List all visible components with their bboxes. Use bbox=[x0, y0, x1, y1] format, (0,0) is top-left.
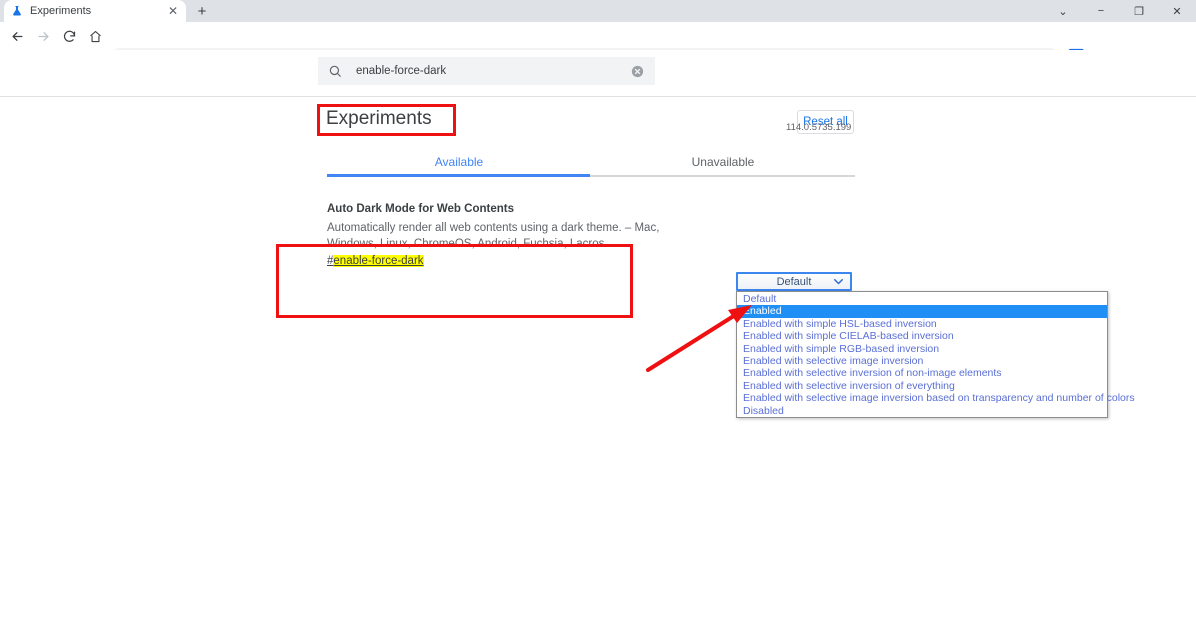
flag-description: Automatically render all web contents us… bbox=[327, 222, 660, 250]
tab-title: Experiments bbox=[30, 5, 92, 17]
reload-icon[interactable] bbox=[56, 23, 82, 49]
flag-title: Auto Dark Mode for Web Contents bbox=[327, 203, 514, 215]
tab-unavailable[interactable]: Unavailable bbox=[591, 148, 855, 175]
window-controls: ⌄ − ❐ ✕ bbox=[1044, 0, 1196, 22]
page-title: Experiments bbox=[326, 108, 432, 129]
flag-value-selected: Default bbox=[776, 275, 812, 288]
clear-search-icon[interactable] bbox=[630, 64, 645, 79]
home-icon[interactable] bbox=[82, 23, 108, 49]
dropdown-option[interactable]: Enabled with selective inversion of ever… bbox=[737, 380, 1107, 392]
dropdown-option[interactable]: Enabled bbox=[737, 305, 1107, 318]
dropdown-option[interactable]: Enabled with simple CIELAB-based inversi… bbox=[737, 330, 1107, 342]
forward-icon bbox=[30, 23, 56, 49]
browser-tab-experiments[interactable]: Experiments ✕ bbox=[4, 0, 186, 22]
chevron-down-icon bbox=[834, 277, 843, 287]
search-row: enable-force-dark Reset all bbox=[0, 50, 1196, 134]
flag-id: #enable-force-dark bbox=[327, 255, 687, 267]
dropdown-option[interactable]: Disabled bbox=[737, 405, 1107, 417]
active-tab-indicator bbox=[327, 174, 590, 177]
dropdown-option[interactable]: Enabled with simple HSL-based inversion bbox=[737, 318, 1107, 330]
flag-value-select[interactable]: Default bbox=[736, 272, 852, 291]
flags-tabs: Available Unavailable bbox=[327, 148, 855, 175]
browser-toolbar: Chrome|chrome://flags New bbox=[0, 22, 1196, 69]
flags-page: enable-force-dark Reset all Experiments … bbox=[0, 50, 1196, 638]
tab-close-icon[interactable]: ✕ bbox=[166, 4, 180, 18]
flag-entry-auto-dark-mode: Auto Dark Mode for Web Contents Automati… bbox=[327, 203, 687, 267]
flask-icon bbox=[10, 4, 24, 18]
back-icon[interactable] bbox=[4, 23, 30, 49]
minimize-button[interactable]: − bbox=[1082, 0, 1120, 22]
dropdown-option[interactable]: Enabled with selective image inversion bbox=[737, 355, 1107, 367]
dropdown-option[interactable]: Enabled with selective inversion of non-… bbox=[737, 367, 1107, 379]
close-window-button[interactable]: ✕ bbox=[1158, 0, 1196, 22]
dropdown-option[interactable]: Enabled with selective image inversion b… bbox=[737, 392, 1135, 404]
search-input-value: enable-force-dark bbox=[356, 65, 447, 77]
dropdown-option[interactable]: Enabled with simple RGB-based inversion bbox=[737, 343, 1107, 355]
search-icon bbox=[328, 64, 344, 78]
version-label: 114.0.5735.199 bbox=[786, 122, 852, 133]
flag-value-dropdown[interactable]: Default Enabled Enabled with simple HSL-ba… bbox=[736, 291, 1135, 418]
tab-strip: Experiments ✕ + ⌄ − ❐ ✕ bbox=[0, 0, 1196, 22]
tab-available[interactable]: Available bbox=[327, 148, 591, 175]
flag-id-name: enable-force-dark bbox=[333, 255, 424, 267]
dropdown-option[interactable]: Default bbox=[737, 293, 1107, 305]
new-tab-button[interactable]: + bbox=[192, 2, 212, 20]
search-input[interactable]: enable-force-dark bbox=[318, 57, 655, 85]
browser-window: Experiments ✕ + ⌄ − ❐ ✕ enable-force-dar… bbox=[0, 0, 1196, 638]
maximize-button[interactable]: ❐ bbox=[1120, 0, 1158, 22]
tab-search-icon[interactable]: ⌄ bbox=[1044, 0, 1082, 22]
